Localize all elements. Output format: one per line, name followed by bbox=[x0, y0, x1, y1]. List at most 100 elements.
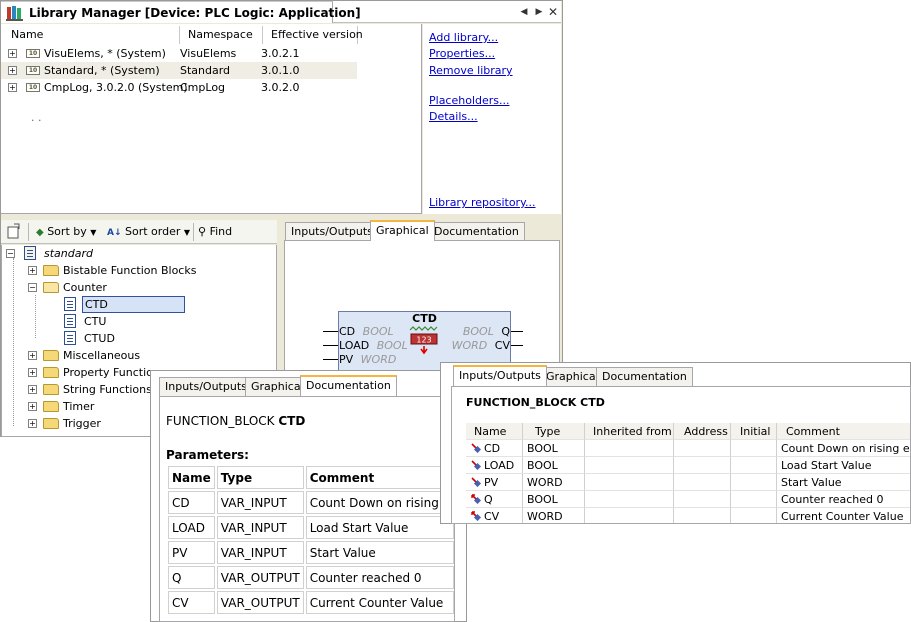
input-pin-cd: CD BOOL bbox=[339, 325, 394, 338]
folder-icon bbox=[43, 401, 59, 412]
folder-open-icon bbox=[43, 282, 59, 293]
add-library-link[interactable]: Add library... bbox=[429, 31, 498, 44]
library-version: 3.0.2.1 bbox=[261, 47, 300, 60]
details-link[interactable]: Details... bbox=[429, 110, 478, 123]
table-row[interactable]: Q BOOL Counter reached 0 bbox=[466, 491, 910, 508]
table-row: LOAD VAR_INPUT Load Start Value bbox=[168, 516, 454, 539]
parameters-title: Parameters: bbox=[166, 448, 249, 462]
window-title-tab[interactable]: Library Manager [Device: PLC Logic: Appl… bbox=[1, 1, 361, 23]
column-header-namespace[interactable]: Namespace bbox=[180, 26, 263, 44]
close-icon[interactable]: ✕ bbox=[547, 5, 559, 19]
table-row[interactable]: LOAD BOOL Load Start Value bbox=[466, 457, 910, 474]
expand-icon[interactable]: + bbox=[8, 83, 17, 92]
pin-line bbox=[323, 345, 338, 346]
pou-icon bbox=[64, 331, 76, 345]
library-row[interactable]: + 10 Standard, * (System) Standard 3.0.1… bbox=[1, 62, 357, 79]
table-row[interactable]: CD BOOL Count Down on rising edg bbox=[466, 440, 910, 457]
library-item-icon: 10 bbox=[26, 49, 40, 58]
library-repository-link[interactable]: Library repository... bbox=[429, 196, 536, 209]
output-pin-cv: WORD CV bbox=[451, 339, 510, 352]
tab-documentation[interactable]: Documentation bbox=[428, 222, 525, 241]
input-pin-pv: PV WORD bbox=[339, 353, 397, 366]
chevron-down-icon: ▼ bbox=[183, 228, 191, 237]
collapse-icon[interactable]: − bbox=[6, 249, 15, 258]
table-row: CV VAR_OUTPUT Current Counter Value bbox=[168, 591, 454, 614]
function-block-name: CTD bbox=[412, 312, 437, 325]
properties-link[interactable]: Properties... bbox=[429, 47, 495, 60]
toolbar-separator bbox=[28, 223, 29, 241]
expand-icon[interactable]: + bbox=[8, 66, 17, 75]
library-item-icon: 10 bbox=[26, 66, 40, 75]
new-item-icon[interactable] bbox=[7, 223, 21, 239]
expand-icon[interactable]: + bbox=[28, 385, 37, 394]
placeholders-link[interactable]: Placeholders... bbox=[429, 94, 510, 107]
expand-icon[interactable]: + bbox=[28, 402, 37, 411]
sort-order-button[interactable]: A↓ Sort order ▼ bbox=[107, 224, 190, 240]
actions-pane: Add library... Properties... Remove libr… bbox=[423, 24, 561, 214]
pou-icon bbox=[64, 314, 76, 328]
tree-item-label: Counter bbox=[63, 281, 107, 294]
sort-by-button[interactable]: ◆ Sort by ▼ bbox=[36, 224, 96, 240]
sort-order-icon: A↓ bbox=[107, 228, 122, 238]
svg-text:123: 123 bbox=[416, 336, 431, 345]
pou-icon bbox=[64, 297, 76, 311]
tab-inputs-outputs[interactable]: Inputs/Outputs bbox=[285, 222, 379, 241]
library-doc-icon bbox=[24, 246, 36, 260]
column-header-name[interactable]: Name bbox=[3, 26, 180, 44]
folder-icon bbox=[43, 384, 59, 395]
folder-icon bbox=[43, 265, 59, 276]
library-row[interactable]: + 10 VisuElems, * (System) VisuElems 3.0… bbox=[1, 45, 422, 62]
library-name: Standard, * (System) bbox=[44, 64, 160, 77]
tree-item-label: CTUD bbox=[84, 332, 115, 345]
doc-heading: FUNCTION_BLOCK CTD bbox=[166, 414, 306, 428]
chevron-down-icon: ▼ bbox=[90, 228, 97, 237]
pin-line bbox=[511, 345, 523, 346]
arrow-right-icon[interactable]: ▶ bbox=[533, 5, 545, 19]
tab-documentation[interactable]: Documentation bbox=[596, 367, 693, 386]
tab-inputs-outputs[interactable]: Inputs/Outputs bbox=[453, 365, 547, 386]
toolbar-separator bbox=[193, 223, 194, 241]
collapse-icon[interactable]: − bbox=[28, 283, 37, 292]
pin-line bbox=[511, 331, 523, 332]
window-title: Library Manager [Device: PLC Logic: Appl… bbox=[29, 6, 361, 20]
placeholder-dots: . . bbox=[31, 111, 42, 124]
folder-icon bbox=[43, 367, 59, 378]
tab-documentation[interactable]: Documentation bbox=[300, 375, 397, 396]
tree-item-label: Property Functic bbox=[63, 366, 153, 379]
table-header: Name Type Comment bbox=[168, 466, 454, 489]
table-row[interactable]: PV WORD Start Value bbox=[466, 474, 910, 491]
table-row[interactable]: CV WORD Current Counter Value bbox=[466, 508, 910, 523]
sort-order-label: Sort order bbox=[125, 225, 181, 238]
expand-icon[interactable]: + bbox=[28, 419, 37, 428]
tab-graphical[interactable]: Graphical bbox=[540, 367, 605, 386]
expand-icon[interactable]: + bbox=[28, 266, 37, 275]
library-version: 3.0.2.0 bbox=[261, 81, 300, 94]
find-label: Find bbox=[209, 225, 233, 238]
binoculars-icon: ⚲ bbox=[198, 225, 207, 238]
tab-inputs-outputs[interactable]: Inputs/Outputs bbox=[159, 377, 253, 396]
tree-item-label: CTU bbox=[84, 315, 107, 328]
library-namespace: CmpLog bbox=[180, 81, 226, 94]
documentation-pane: FUNCTION_BLOCK CTD Parameters: Name Type… bbox=[159, 396, 455, 622]
pin-line bbox=[323, 359, 338, 360]
library-name: CmpLog, 3.0.2.0 (System) bbox=[44, 81, 188, 94]
expand-icon[interactable]: + bbox=[28, 368, 37, 377]
find-button[interactable]: ⚲ Find bbox=[198, 224, 232, 240]
remove-library-link[interactable]: Remove library bbox=[429, 64, 513, 77]
tree-item-label: Miscellaneous bbox=[63, 349, 141, 362]
library-item-icon: 10 bbox=[26, 83, 40, 92]
input-pin-load: LOAD BOOL bbox=[339, 339, 408, 352]
library-icon bbox=[6, 6, 23, 21]
tree-item-label: CTD bbox=[82, 296, 185, 313]
tab-graphical[interactable]: Graphical bbox=[370, 220, 435, 241]
library-namespace: Standard bbox=[180, 64, 231, 77]
arrow-left-icon[interactable]: ◀ bbox=[518, 5, 530, 19]
expand-icon[interactable]: + bbox=[28, 351, 37, 360]
expand-icon[interactable]: + bbox=[8, 49, 17, 58]
table-row: CD VAR_INPUT Count Down on rising e bbox=[168, 491, 454, 514]
column-header-version[interactable]: Effective version bbox=[263, 26, 363, 44]
library-name: VisuElems, * (System) bbox=[44, 47, 166, 60]
tree-item-label: Bistable Function Blocks bbox=[63, 264, 197, 277]
library-row[interactable]: + 10 CmpLog, 3.0.2.0 (System) CmpLog 3.0… bbox=[1, 79, 422, 96]
inputs-outputs-pane: FUNCTION_BLOCK CTD Name Type Inherited f… bbox=[451, 386, 911, 524]
